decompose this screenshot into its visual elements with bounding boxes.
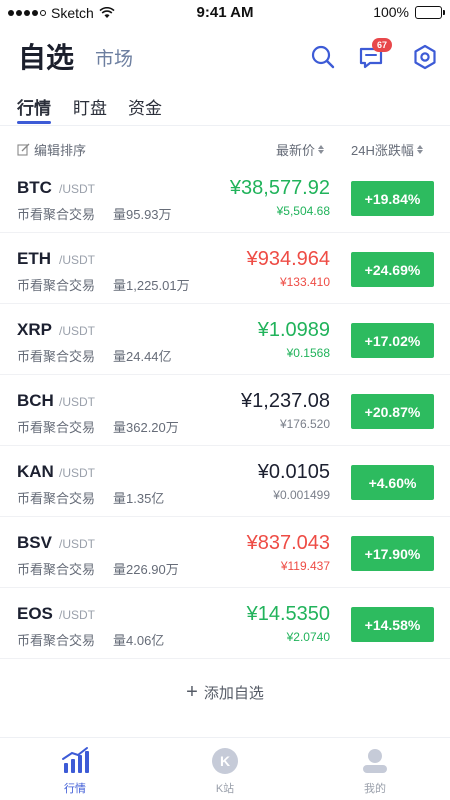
k-station-icon: K — [212, 748, 238, 774]
tab-quotes[interactable]: 行情 — [17, 94, 51, 119]
coin-quote: /USDT — [59, 608, 95, 622]
coin-price-cny: ¥5,504.68 — [276, 204, 330, 218]
sort-by-change[interactable]: 24H涨跌幅 — [351, 140, 423, 159]
coin-price: ¥934.964 — [246, 248, 330, 270]
sort-arrows-icon — [318, 145, 325, 154]
coin-symbol: BCH — [17, 391, 54, 410]
coin-exchange: 币看聚合交易 — [17, 349, 96, 364]
add-favorite-button[interactable]: + 添加自选 — [0, 675, 450, 709]
tab-watch[interactable]: 盯盘 — [73, 94, 107, 119]
edit-sort-label: 编辑排序 — [34, 143, 87, 158]
search-icon[interactable] — [308, 42, 338, 72]
message-badge: 67 — [372, 38, 392, 52]
coin-price-cny: ¥0.001499 — [273, 488, 330, 502]
coin-volume: 量1.35亿 — [113, 491, 165, 506]
price-column-label: 最新价 — [276, 143, 316, 158]
coin-row-bch[interactable]: BCH/USDT 币看聚合交易 量362.20万 ¥1,237.08 ¥176.520 +… — [0, 375, 450, 446]
coin-change-badge[interactable]: +17.90% — [351, 536, 434, 571]
coin-change-badge[interactable]: +24.69% — [351, 252, 434, 287]
coin-exchange: 币看聚合交易 — [17, 278, 96, 293]
coin-row-eos[interactable]: EOS/USDT 币看聚合交易 量4.06亿 ¥14.5350 ¥2.0740 +14.5… — [0, 588, 450, 659]
battery-icon — [415, 5, 445, 19]
market-chart-icon — [62, 747, 89, 773]
coin-price: ¥0.0105 — [257, 461, 330, 483]
tab-bar: 行情 盯盘 资金 — [0, 90, 450, 126]
coin-symbol: BTC — [17, 178, 52, 197]
battery-percent: 100% — [373, 4, 409, 20]
coin-quote: /USDT — [59, 182, 95, 196]
coin-row-xrp[interactable]: XRP/USDT 币看聚合交易 量24.44亿 ¥1.0989 ¥0.1568 +17.0… — [0, 304, 450, 375]
tab-indicator — [17, 121, 51, 124]
coin-row-kan[interactable]: KAN/USDT 币看聚合交易 量1.35亿 ¥0.0105 ¥0.001499 +4.6… — [0, 446, 450, 517]
page-title: 自选 — [18, 42, 75, 73]
coin-price-cny: ¥176.520 — [279, 417, 330, 431]
coin-exchange: 币看聚合交易 — [17, 207, 96, 222]
status-right: 100% — [373, 4, 445, 20]
coin-volume: 量1,225.01万 — [113, 278, 190, 293]
add-favorite-label: 添加自选 — [203, 684, 264, 702]
coin-price: ¥14.5350 — [246, 603, 330, 625]
coin-price-cny: ¥119.437 — [280, 559, 330, 573]
nav-market-label: 行情 — [64, 783, 86, 795]
coin-exchange: 币看聚合交易 — [17, 633, 96, 648]
nav-profile[interactable]: 我的 — [335, 746, 415, 796]
coin-quote: /USDT — [59, 324, 95, 338]
sort-by-price[interactable]: 最新价 — [276, 140, 325, 159]
plus-icon: + — [186, 681, 198, 703]
coin-price: ¥38,577.92 — [229, 177, 330, 199]
coin-symbol: XRP — [17, 320, 52, 339]
market-link[interactable]: 市场 — [95, 44, 133, 71]
bottom-nav: 行情 K K站 我的 — [0, 737, 450, 800]
coin-exchange: 币看聚合交易 — [17, 562, 96, 577]
coin-volume: 量226.90万 — [113, 562, 179, 577]
coin-volume: 量362.20万 — [113, 420, 179, 435]
coin-row-eth[interactable]: ETH/USDT 币看聚合交易 量1,225.01万 ¥934.964 ¥133.410… — [0, 233, 450, 304]
status-bar: Sketch 9:41 AM 100% — [0, 0, 450, 26]
coin-change-badge[interactable]: +19.84% — [351, 181, 434, 216]
list-header: 编辑排序 最新价 24H涨跌幅 — [0, 134, 450, 162]
coin-volume: 量4.06亿 — [113, 633, 165, 648]
svg-text:K: K — [220, 753, 230, 769]
coin-symbol: KAN — [17, 462, 54, 481]
tab-funds[interactable]: 资金 — [128, 94, 162, 119]
edit-sort-button[interactable]: 编辑排序 — [17, 140, 86, 159]
coin-symbol: BSV — [17, 533, 52, 552]
coin-change-badge[interactable]: +17.02% — [351, 323, 434, 358]
edit-icon — [17, 143, 30, 156]
nav-k-station[interactable]: K K站 — [185, 746, 265, 796]
coin-exchange: 币看聚合交易 — [17, 420, 96, 435]
nav-k-station-label: K站 — [215, 783, 235, 795]
coin-volume: 量95.93万 — [113, 207, 172, 222]
coin-symbol: ETH — [17, 249, 51, 268]
coin-list: BTC/USDT 币看聚合交易 量95.93万 ¥38,577.92 ¥5,504.68… — [0, 162, 450, 659]
coin-symbol: EOS — [17, 604, 53, 623]
coin-change-badge[interactable]: +14.58% — [351, 607, 434, 642]
coin-price: ¥1.0989 — [257, 319, 330, 341]
nav-profile-label: 我的 — [364, 783, 386, 795]
coin-row-bsv[interactable]: BSV/USDT 币看聚合交易 量226.90万 ¥837.043 ¥119.437 +1… — [0, 517, 450, 588]
coin-volume: 量24.44亿 — [113, 349, 172, 364]
sort-arrows-icon — [416, 145, 423, 154]
coin-change-badge[interactable]: +4.60% — [351, 465, 434, 500]
coin-price: ¥1,237.08 — [241, 390, 330, 412]
coin-price: ¥837.043 — [246, 532, 330, 554]
coin-price-cny: ¥133.410 — [279, 275, 330, 289]
coin-quote: /USDT — [59, 466, 95, 480]
nav-market[interactable]: 行情 — [35, 746, 115, 796]
coin-quote: /USDT — [59, 253, 95, 267]
coin-change-badge[interactable]: +20.87% — [351, 394, 434, 429]
coin-quote: /USDT — [59, 537, 95, 551]
coin-quote: /USDT — [59, 395, 95, 409]
coin-row-btc[interactable]: BTC/USDT 币看聚合交易 量95.93万 ¥38,577.92 ¥5,504.68… — [0, 162, 450, 233]
change-column-label: 24H涨跌幅 — [351, 143, 414, 158]
profile-icon — [363, 749, 387, 773]
coin-price-cny: ¥2.0740 — [286, 630, 330, 644]
settings-icon[interactable] — [410, 42, 440, 72]
coin-exchange: 币看聚合交易 — [17, 491, 96, 506]
coin-price-cny: ¥0.1568 — [286, 346, 330, 360]
